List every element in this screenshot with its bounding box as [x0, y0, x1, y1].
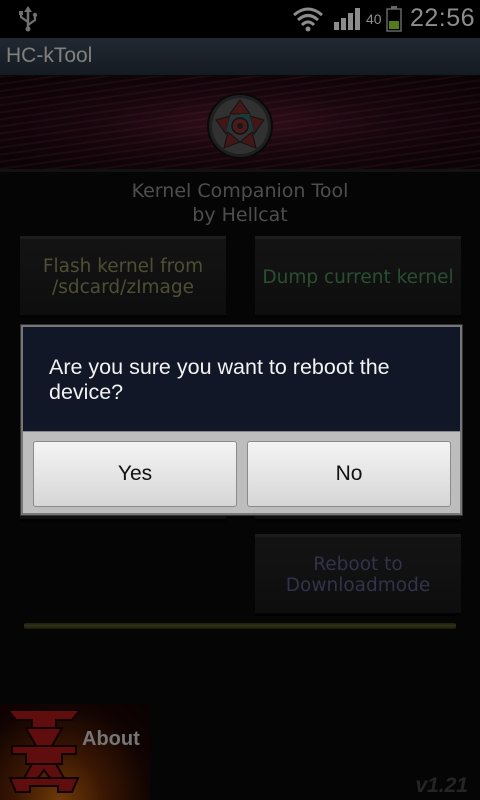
no-button[interactable]: No — [247, 441, 451, 507]
dialog-message: Are you sure you want to reboot the devi… — [23, 327, 460, 431]
reboot-confirm-dialog: Are you sure you want to reboot the devi… — [21, 325, 462, 515]
yes-button[interactable]: Yes — [33, 441, 237, 507]
dialog-button-bar: Yes No — [23, 431, 460, 513]
